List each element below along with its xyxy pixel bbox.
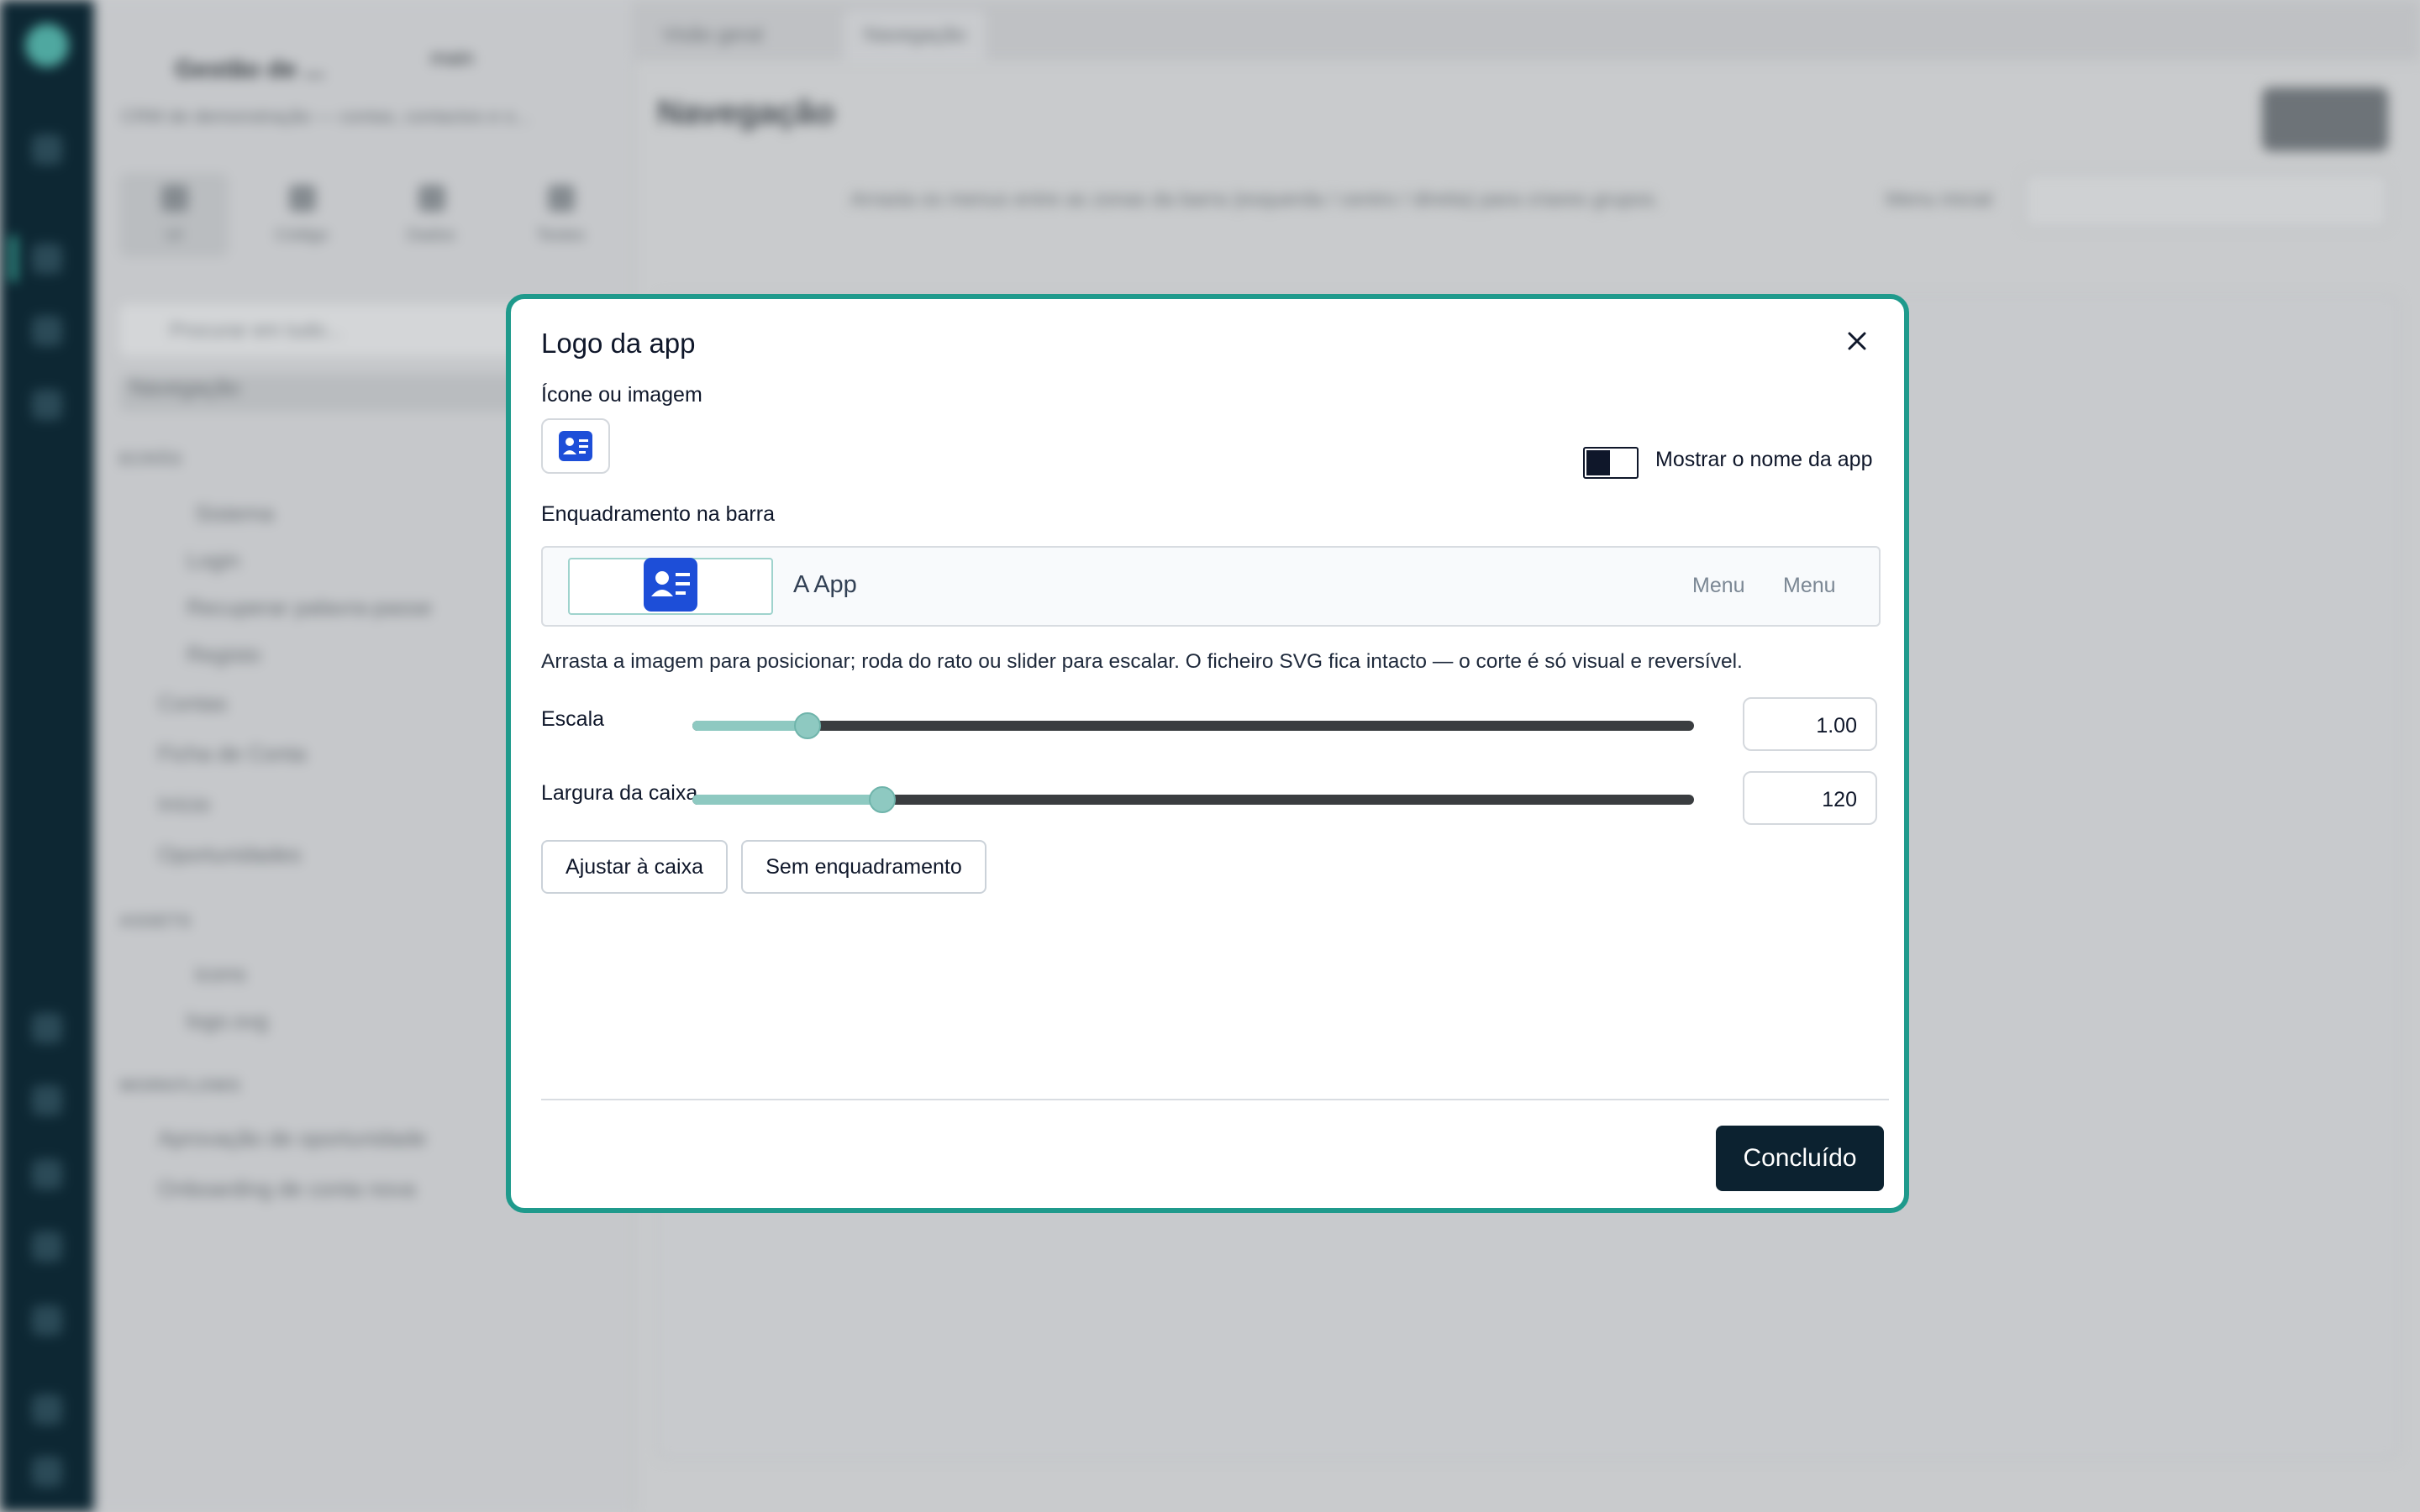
- branch-selector[interactable]: main: [430, 47, 474, 71]
- screen-item[interactable]: Sistema: [195, 501, 274, 538]
- screen-item[interactable]: Login: [187, 548, 240, 585]
- section-workflows: WORKFLOWS: [119, 1077, 241, 1095]
- slider-thumb[interactable]: [794, 712, 822, 739]
- tab-label: Dados: [407, 226, 455, 244]
- asset-item[interactable]: icons: [195, 961, 246, 998]
- preview-app-name: A App: [793, 571, 857, 598]
- workflow-item[interactable]: Aprovação de oportunidade: [158, 1126, 426, 1163]
- home-menu-select[interactable]: [2023, 173, 2388, 228]
- fit-to-box-button[interactable]: Ajustar à caixa: [541, 840, 728, 894]
- show-app-name-label: Mostrar o nome da app: [1655, 448, 1873, 471]
- tab-ui[interactable]: UI: [119, 173, 229, 257]
- search-placeholder: Procurar em tudo...: [170, 319, 343, 342]
- tab-overview[interactable]: Visão geral: [642, 10, 783, 60]
- people-icon[interactable]: [32, 1085, 62, 1116]
- section-screens: ECRÃS: [119, 450, 183, 469]
- preview-menu-item: Menu: [1783, 574, 1836, 597]
- logo-crop-box[interactable]: [568, 558, 773, 615]
- screen-item[interactable]: Oportunidades: [158, 842, 302, 879]
- screen-item[interactable]: Registo: [187, 642, 260, 679]
- logout-icon[interactable]: [32, 1457, 62, 1487]
- slider-fill: [692, 721, 808, 731]
- help-icon[interactable]: [32, 1231, 62, 1262]
- icon-picker-button[interactable]: [541, 418, 610, 474]
- contact-card-icon[interactable]: [644, 558, 697, 612]
- screen-item[interactable]: Contas: [158, 690, 227, 727]
- app-logo-dialog: Logo da app Ícone ou imagem Mostrar o no…: [506, 294, 1909, 1213]
- save-button[interactable]: [2262, 87, 2388, 151]
- editor-tabs: Visão geral Navegação: [632, 0, 2420, 60]
- tab-label: UI: [166, 226, 182, 244]
- close-icon[interactable]: [1840, 324, 1874, 358]
- brand-logo: [25, 24, 69, 67]
- toolbar-hint: Arrasta os menus entre as zonas da barra…: [850, 188, 1660, 211]
- app-subtitle: CRM de demonstração — contas, contactos …: [121, 106, 530, 127]
- settings-icon[interactable]: [32, 1305, 62, 1336]
- rail-active-indicator: [10, 235, 17, 282]
- tab-navigation[interactable]: Navegação: [844, 10, 986, 60]
- scale-label: Escala: [541, 707, 605, 731]
- slider-fill: [692, 795, 883, 805]
- box-width-input[interactable]: 120: [1743, 771, 1877, 825]
- app-rail: [0, 0, 94, 1512]
- section-assets: ASSETS: [119, 912, 192, 931]
- icon-field-label: Ícone ou imagem: [541, 383, 702, 407]
- show-app-name-toggle[interactable]: [1583, 447, 1639, 479]
- page-title: Navegação: [657, 94, 835, 131]
- workflow-item[interactable]: Onboarding de conta nova: [158, 1176, 415, 1213]
- toggle-knob: [1586, 450, 1610, 475]
- tab-code[interactable]: Código: [247, 173, 356, 257]
- asset-item[interactable]: logo.svg: [187, 1008, 268, 1045]
- tab-label: Código: [275, 226, 329, 244]
- megaphone-icon[interactable]: [32, 1013, 62, 1043]
- tab-tests[interactable]: Testes: [506, 173, 615, 257]
- tab-data[interactable]: Dados: [376, 173, 486, 257]
- scale-input[interactable]: 1.00: [1743, 697, 1877, 751]
- scale-slider[interactable]: [692, 712, 1694, 739]
- key-icon[interactable]: [32, 1159, 62, 1189]
- footer-divider: [541, 1099, 1889, 1100]
- preview-menu-item: Menu: [1692, 574, 1745, 597]
- grid-icon[interactable]: [32, 134, 62, 165]
- dialog-title: Logo da app: [541, 328, 696, 359]
- screen-item[interactable]: Recuperar palavra-passe: [187, 595, 432, 632]
- sidebar-item-label: Navegação: [129, 375, 240, 400]
- more-icon[interactable]: [32, 390, 62, 420]
- tab-label: Testes: [536, 226, 585, 244]
- contact-card-icon: [559, 431, 592, 461]
- users-icon[interactable]: [32, 244, 62, 274]
- box-width-label: Largura da caixa: [541, 781, 698, 805]
- framing-hint: Arrasta a imagem para posicionar; roda d…: [541, 650, 1743, 673]
- rocket-icon[interactable]: [32, 316, 62, 346]
- box-width-slider[interactable]: [692, 786, 1694, 813]
- slider-track: [692, 721, 1694, 731]
- done-button[interactable]: Concluído: [1716, 1126, 1884, 1191]
- avatar-icon[interactable]: [32, 1394, 62, 1425]
- app-title: Gestão de ...: [175, 55, 325, 83]
- home-menu-label: Menu inicial: [1886, 188, 1992, 211]
- screen-item[interactable]: Ficha de Conta: [158, 741, 306, 778]
- navbar-preview: A App Menu Menu: [541, 546, 1881, 627]
- framing-label: Enquadramento na barra: [541, 502, 775, 526]
- screen-item[interactable]: Início: [158, 791, 210, 828]
- slider-thumb[interactable]: [869, 786, 897, 813]
- navigation-toolbar: Arrasta os menus entre as zonas da barra…: [657, 173, 2388, 228]
- no-framing-button[interactable]: Sem enquadramento: [741, 840, 986, 894]
- sidebar-tabs: UI Código Dados Testes: [116, 173, 620, 257]
